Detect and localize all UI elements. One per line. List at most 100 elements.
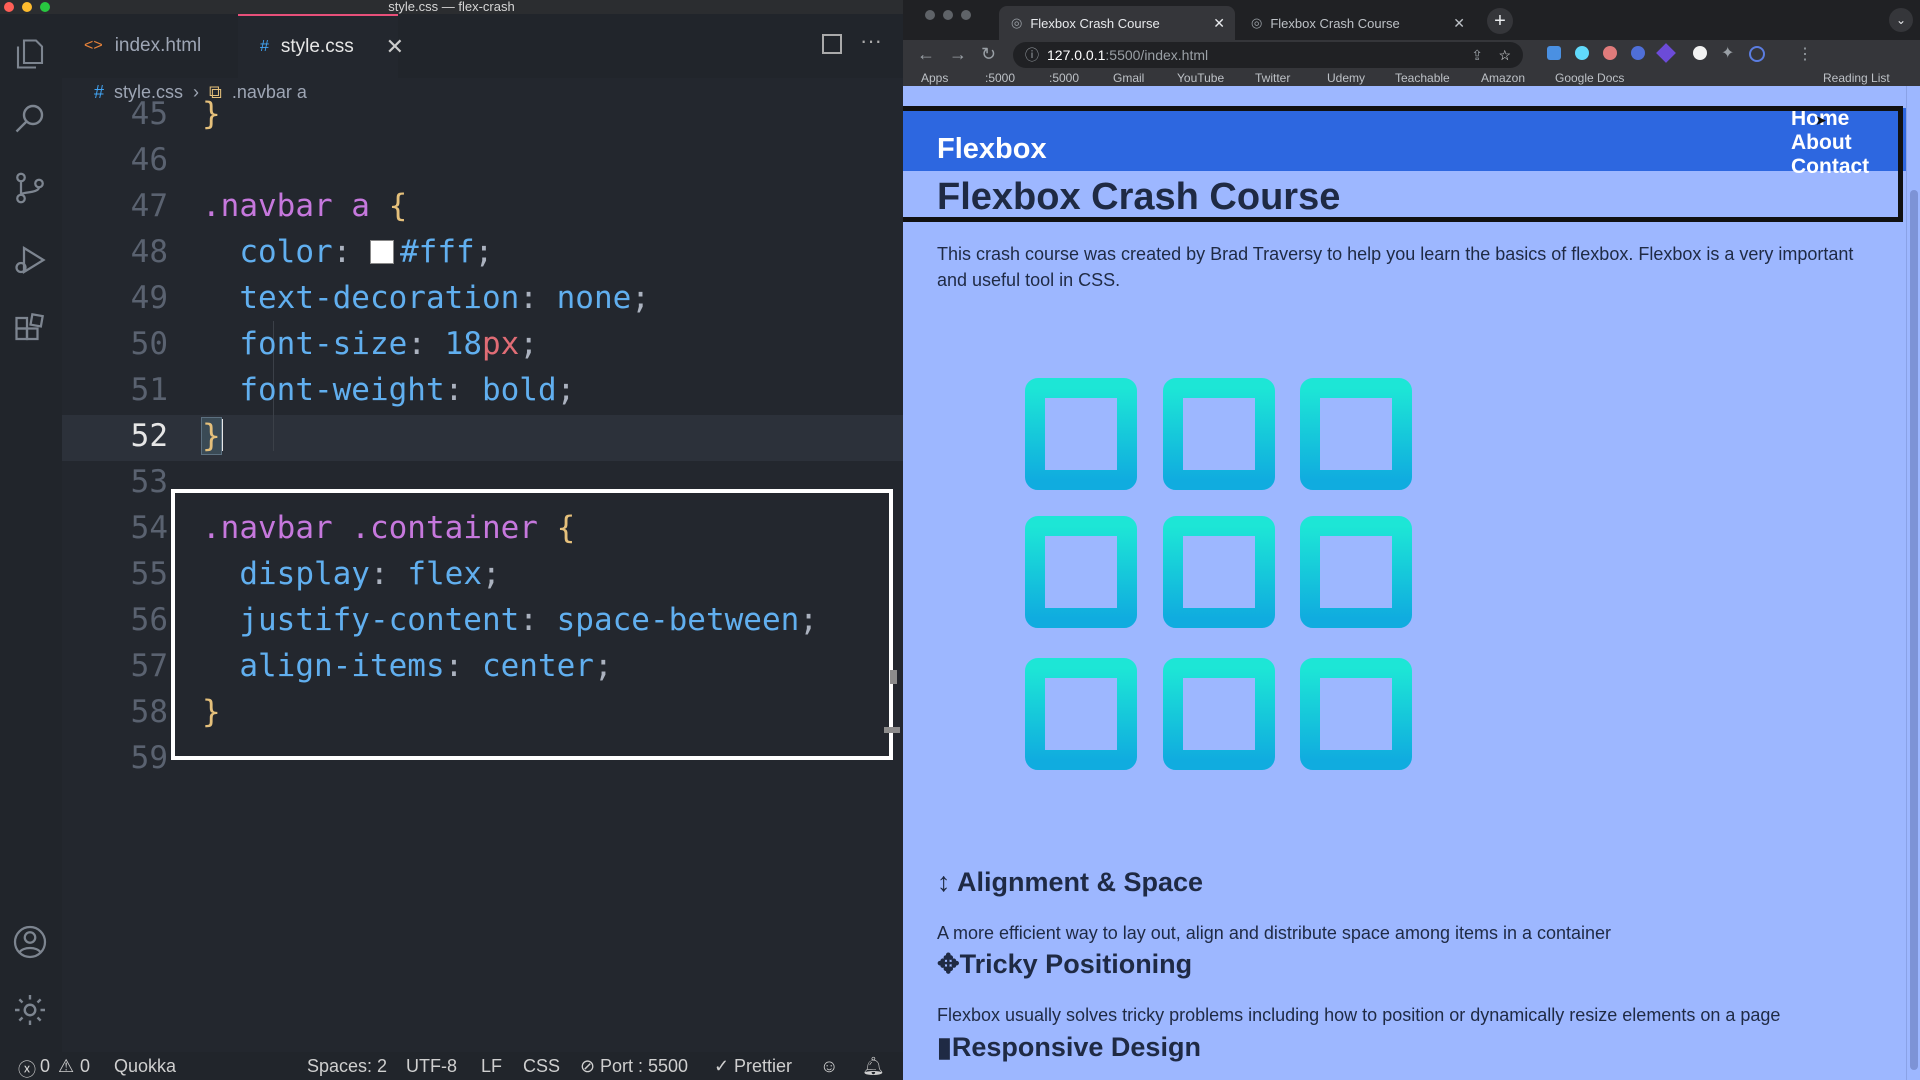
new-tab-button[interactable]: + <box>1487 8 1513 34</box>
bookmark-gmail[interactable]: Gmail <box>1113 71 1144 85</box>
quokka-status[interactable]: Quokka <box>114 1056 176 1077</box>
extensions-icon[interactable] <box>12 312 48 348</box>
page-title: Flexbox Crash Course <box>937 176 1341 218</box>
warning-count[interactable]: 0 <box>80 1056 90 1077</box>
maximize-window-button[interactable] <box>40 2 50 12</box>
code-line: color: #fff; <box>239 234 494 270</box>
bookmark-item[interactable]: :5000 <box>1049 71 1079 85</box>
warning-icon[interactable]: ⚠ <box>58 1056 74 1077</box>
extension-icon[interactable] <box>1693 46 1707 60</box>
line-number: 59 <box>130 740 168 776</box>
tab-title: Flexbox Crash Course <box>1270 15 1400 31</box>
bookmark-amazon[interactable]: Amazon <box>1481 71 1525 85</box>
globe-icon: ◎ <box>1011 15 1023 30</box>
back-arrow-icon[interactable]: ← <box>917 44 935 65</box>
share-icon[interactable]: ⇪ <box>1471 42 1483 68</box>
bookmark-google-docs[interactable]: Google Docs <box>1555 71 1624 85</box>
close-tab-icon[interactable]: ✕ <box>1453 15 1465 32</box>
browser-tab[interactable]: ◎ Flexbox Crash Course ✕ <box>1239 6 1475 40</box>
tab-style-css[interactable]: # style.css ✕ <box>238 14 404 78</box>
error-icon[interactable]: ⓧ <box>18 1056 36 1080</box>
indentation-status[interactable]: Spaces: 2 <box>307 1056 387 1077</box>
scrollbar-marker <box>884 727 900 733</box>
url-host: 127.0.0.1 <box>1047 47 1106 63</box>
maximize-window-button[interactable] <box>961 10 971 20</box>
search-icon[interactable] <box>12 100 48 136</box>
browser-tab-strip: ◎ Flexbox Crash Course ✕ ◎ Flexbox Crash… <box>903 0 1920 40</box>
move-arrows-icon: ✥ <box>937 949 960 979</box>
line-number: 53 <box>130 464 168 500</box>
text-cursor <box>220 419 223 451</box>
line-number: 51 <box>130 372 168 408</box>
scrollbar-thumb[interactable] <box>1910 190 1918 1070</box>
code-line: .navbar a { <box>202 188 408 224</box>
tab-index-html[interactable]: <> index.html <box>62 14 238 78</box>
feedback-icon[interactable]: ☺ <box>820 1056 838 1077</box>
bookmark-apps[interactable]: Apps <box>921 71 948 85</box>
source-control-icon[interactable] <box>12 170 48 206</box>
page-scrollbar[interactable] <box>1906 86 1920 1080</box>
extension-icon[interactable] <box>1547 46 1561 60</box>
minimize-window-button[interactable] <box>943 10 953 20</box>
close-window-button[interactable] <box>925 10 935 20</box>
bookmark-youtube[interactable]: YouTube <box>1177 71 1224 85</box>
browser-toolbar: ← → ↻ ⓘ 127.0.0.1:5500/index.html ⇪ ☆ ✦ … <box>903 40 1920 70</box>
prettier-status[interactable]: Prettier <box>734 1056 792 1077</box>
bookmarks-bar: Apps :5000 :5000 Gmail YouTube Twitter U… <box>903 70 1920 86</box>
color-swatch[interactable] <box>370 240 394 264</box>
bookmark-twitter[interactable]: Twitter <box>1255 71 1290 85</box>
extension-icon[interactable] <box>1603 46 1617 60</box>
html-file-icon: <> <box>84 37 103 54</box>
mobile-icon: ▮ <box>937 1032 952 1062</box>
code-editor[interactable]: 45 46 47 48 49 50 51 52 53 54 55 56 57 5… <box>62 96 903 1052</box>
close-tab-icon[interactable]: ✕ <box>1213 15 1225 32</box>
tab-title: Flexbox Crash Course <box>1030 15 1160 31</box>
run-debug-icon[interactable] <box>12 242 48 278</box>
reading-list[interactable]: Reading List <box>1823 71 1890 85</box>
line-number: 57 <box>130 648 168 684</box>
bookmark-teachable[interactable]: Teachable <box>1395 71 1450 85</box>
close-tab-icon[interactable]: ✕ <box>386 34 404 60</box>
url-bar[interactable]: ⓘ 127.0.0.1:5500/index.html ⇪ ☆ <box>1013 42 1523 68</box>
split-editor-icon[interactable] <box>822 34 842 54</box>
error-count[interactable]: 0 <box>40 1056 50 1077</box>
close-window-button[interactable] <box>4 2 14 12</box>
minimize-window-button[interactable] <box>22 2 32 12</box>
tab-search-icon[interactable]: ⌄ <box>1889 8 1913 32</box>
bookmark-udemy[interactable]: Udemy <box>1327 71 1365 85</box>
extension-icon[interactable] <box>1656 43 1676 63</box>
notification-bell-icon[interactable]: 🔔︎ <box>862 1056 885 1077</box>
react-devtools-icon[interactable] <box>1575 46 1589 60</box>
section-text: Flexbox usually solves tricky problems i… <box>937 1005 1781 1025</box>
encoding-status[interactable]: UTF-8 <box>406 1056 457 1077</box>
browser-window: ◎ Flexbox Crash Course ✕ ◎ Flexbox Crash… <box>903 0 1920 1080</box>
reload-icon[interactable]: ↻ <box>981 44 996 65</box>
settings-gear-icon[interactable] <box>12 992 48 1028</box>
more-actions-icon[interactable]: ··· <box>860 28 882 54</box>
profile-avatar[interactable] <box>1749 46 1765 62</box>
puzzle-extensions-icon[interactable]: ✦ <box>1721 43 1734 63</box>
flexbox-grid-illustration <box>1025 378 1412 770</box>
language-status[interactable]: CSS <box>523 1056 560 1077</box>
info-icon[interactable]: ⓘ <box>1025 42 1039 68</box>
explorer-icon[interactable] <box>12 36 48 72</box>
section-text: A more efficient way to lay out, align a… <box>937 923 1612 943</box>
breadcrumb-symbol[interactable]: .navbar a <box>232 82 307 103</box>
menu-kebab-icon[interactable]: ⋮ <box>1797 44 1813 64</box>
browser-tab-active[interactable]: ◎ Flexbox Crash Course ✕ <box>999 6 1235 40</box>
bookmark-star-icon[interactable]: ☆ <box>1498 42 1511 68</box>
live-server-port[interactable]: Port : 5500 <box>600 1056 688 1077</box>
status-bar: ⓧ 0 ⚠ 0 Quokka Spaces: 2 UTF-8 LF CSS ⊘ … <box>0 1052 903 1080</box>
line-number: 45 <box>130 96 168 132</box>
bookmark-item[interactable]: :5000 <box>985 71 1015 85</box>
account-icon[interactable] <box>12 924 48 960</box>
forward-arrow-icon[interactable]: → <box>949 44 967 65</box>
code-line: } <box>202 96 221 132</box>
broadcast-icon: ⊘ <box>580 1056 596 1076</box>
vscode-window: style.css — flex-crash <> index.html # s… <box>0 0 903 1080</box>
current-line-highlight <box>62 415 903 461</box>
extension-icon[interactable] <box>1631 46 1645 60</box>
code-line: text-decoration: none; <box>239 280 650 316</box>
eol-status[interactable]: LF <box>481 1056 502 1077</box>
code-line: font-weight: bold; <box>239 372 576 408</box>
